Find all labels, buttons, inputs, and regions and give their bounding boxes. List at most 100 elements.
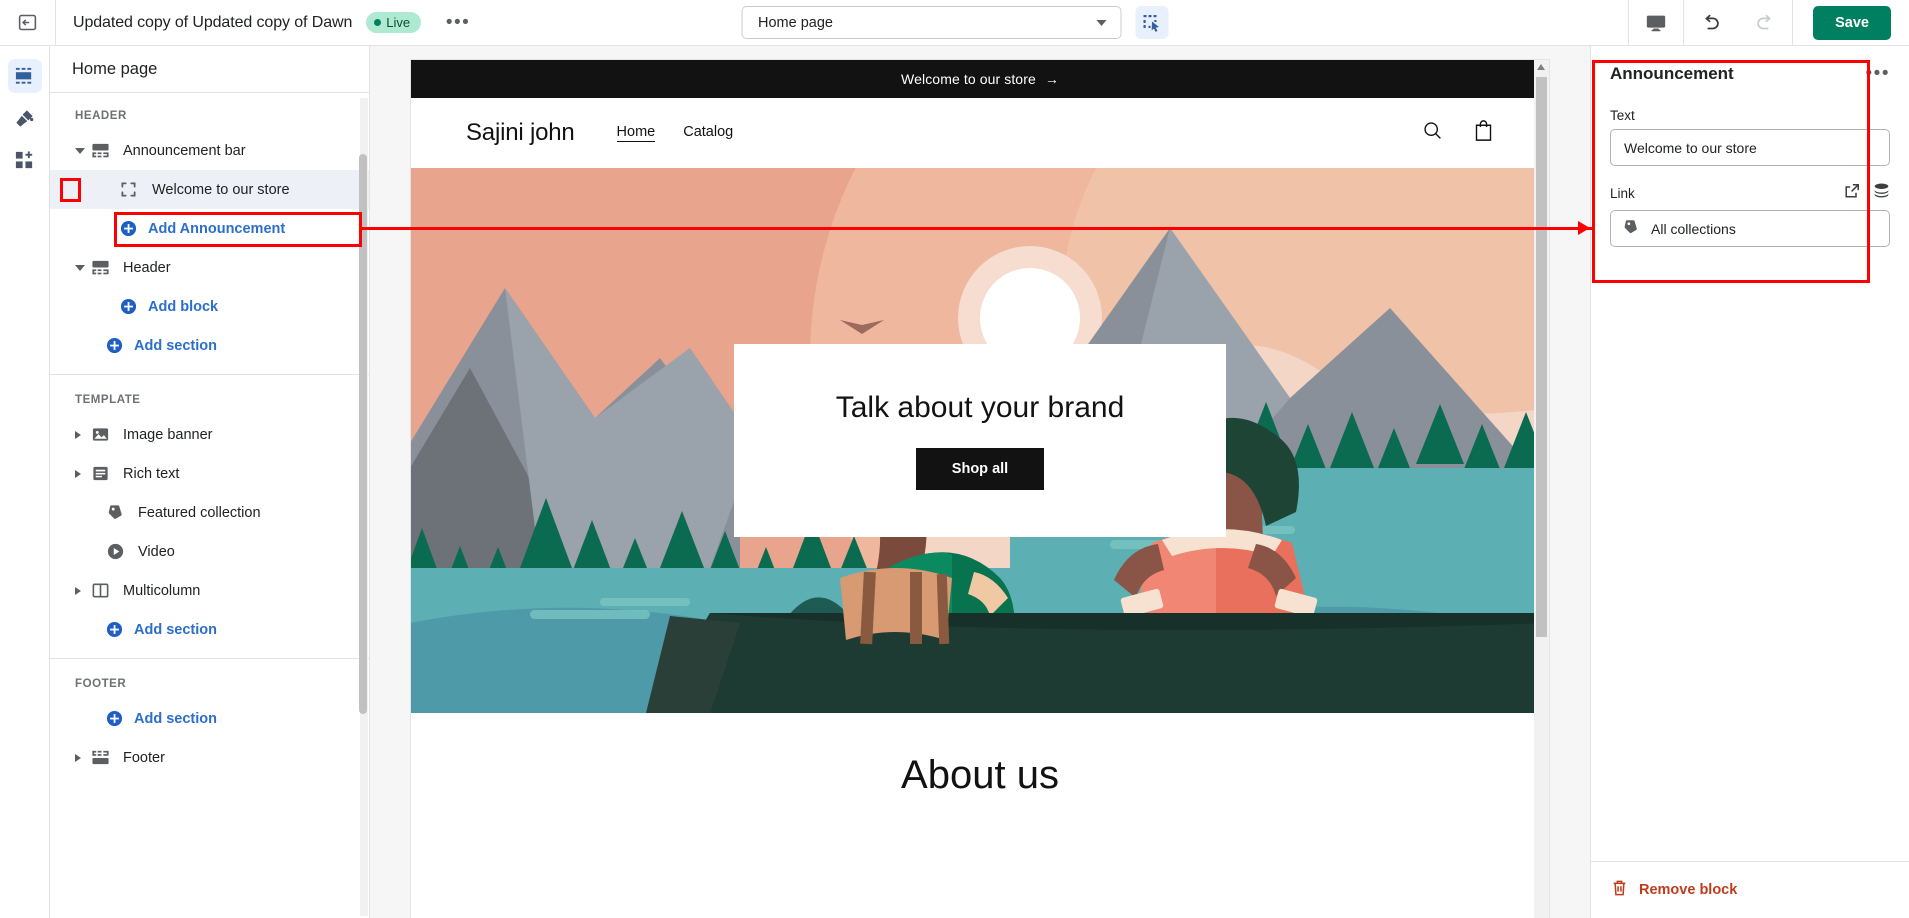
preview-scrollbar-thumb[interactable] — [1536, 77, 1547, 637]
about-section: About us — [411, 713, 1549, 798]
caret-box[interactable] — [75, 430, 91, 439]
sidebar-group-footer: FOOTER Add section Footer — [50, 658, 369, 781]
sidebar-item-label: Announcement bar — [123, 142, 246, 159]
sidebar-item-add-section[interactable]: Add section — [50, 610, 369, 649]
nav-item-catalog[interactable]: Catalog — [683, 124, 733, 142]
divider — [1792, 0, 1794, 46]
cart-icon[interactable] — [1473, 119, 1494, 147]
sidebar-item-rich-text[interactable]: Rich text — [50, 454, 369, 493]
layers-icon[interactable] — [1873, 182, 1890, 204]
storefront-preview: Welcome to our store → Sajini john Home … — [410, 59, 1550, 918]
caret-box[interactable] — [75, 586, 91, 595]
collection-tag-icon — [106, 503, 127, 522]
chevron-right-icon[interactable] — [75, 430, 81, 439]
link-value-text: All collections — [1651, 220, 1736, 237]
undo-icon[interactable] — [1684, 0, 1738, 46]
plus-circle-icon — [106, 710, 123, 727]
theme-title: Updated copy of Updated copy of Dawn — [73, 13, 353, 31]
remove-block-label: Remove block — [1639, 882, 1738, 898]
sidebar-item-label: Add Announcement — [148, 220, 286, 237]
announcement-text: Welcome to our store — [901, 71, 1036, 87]
page-selector-value: Home page — [758, 14, 833, 31]
sidebar-item-label: Header — [123, 259, 171, 276]
columns-icon — [91, 581, 112, 600]
text-field-label: Text — [1610, 108, 1635, 123]
sidebar-group-label: TEMPLATE — [75, 394, 141, 406]
sidebar-scrollbar-thumb[interactable] — [359, 154, 367, 714]
theme-more-button[interactable]: ••• — [441, 8, 475, 38]
caret-box[interactable] — [75, 264, 91, 271]
inspector-select-icon[interactable] — [1135, 6, 1168, 39]
redo-icon — [1738, 0, 1792, 46]
link-value-field[interactable]: All collections — [1610, 210, 1890, 247]
preview-scrollbar-track[interactable] — [1534, 60, 1549, 918]
hero-title: Talk about your brand — [835, 391, 1125, 424]
shop-all-button[interactable]: Shop all — [915, 448, 1045, 490]
sections-icon[interactable] — [7, 59, 42, 93]
sidebar-item-welcome-to-our-store[interactable]: Welcome to our store — [50, 170, 369, 209]
remove-block-button[interactable]: Remove block — [1591, 861, 1909, 918]
caret-box[interactable] — [75, 469, 91, 478]
sidebar-item-label: Add block — [148, 298, 219, 315]
live-label: Live — [386, 15, 411, 30]
sidebar-item-footer[interactable]: Footer — [50, 738, 369, 777]
top-bar-left: Updated copy of Updated copy of Dawn Liv… — [0, 0, 475, 46]
desktop-icon[interactable] — [1629, 0, 1683, 46]
exit-icon[interactable] — [0, 0, 56, 46]
arrow-right-icon: → — [1044, 71, 1059, 87]
sidebar-item-label: Image banner — [123, 426, 213, 443]
announcement-text-input[interactable] — [1610, 129, 1890, 166]
chevron-down-icon[interactable] — [75, 147, 85, 154]
search-icon[interactable] — [1422, 120, 1443, 146]
top-bar-center: Home page — [741, 6, 1168, 39]
sections-tree[interactable]: HEADER Announcement bar Welcome to our sto… — [50, 93, 369, 918]
sections-sidebar: Home page HEADER Announcement bar Welcome … — [50, 46, 370, 918]
sidebar-item-add-block[interactable]: Add block — [50, 287, 369, 326]
save-button[interactable]: Save — [1813, 5, 1891, 40]
sidebar-item-add-section[interactable]: Add section — [50, 326, 369, 365]
caret-box[interactable] — [75, 147, 91, 154]
sidebar-item-announcement-bar[interactable]: Announcement bar — [50, 131, 369, 170]
about-title: About us — [901, 753, 1059, 797]
sidebar-item-multicolumn[interactable]: Multicolumn — [50, 571, 369, 610]
page-selector[interactable]: Home page — [741, 6, 1121, 39]
chevron-right-icon[interactable] — [75, 469, 81, 478]
theme-editor: Updated copy of Updated copy of Dawn Liv… — [0, 0, 1909, 918]
block-brackets-icon — [120, 181, 141, 198]
preview-area: Welcome to our store → Sajini john Home … — [370, 46, 1590, 918]
collection-tag-icon — [1622, 218, 1640, 239]
announcement-bar-icon — [91, 141, 112, 160]
header-icon — [91, 258, 112, 277]
sidebar-group-header: HEADER Announcement bar Welcome to our sto… — [50, 99, 369, 369]
sidebar-group-label: FOOTER — [75, 678, 127, 690]
sidebar-scrollbar-track[interactable] — [359, 98, 368, 916]
chevron-right-icon[interactable] — [75, 586, 81, 595]
sidebar-item-add-section[interactable]: Add section — [50, 699, 369, 738]
chevron-right-icon[interactable] — [75, 753, 81, 762]
panel-title: Announcement — [1610, 64, 1734, 83]
sidebar-item-featured-collection[interactable]: Featured collection — [50, 493, 369, 532]
panel-more-button[interactable]: ••• — [1866, 64, 1890, 83]
hero-content-card: Talk about your brand Shop all — [734, 344, 1226, 537]
sidebar-item-image-banner[interactable]: Image banner — [50, 415, 369, 454]
nav-item-home[interactable]: Home — [616, 124, 656, 142]
plus-circle-icon — [106, 337, 123, 354]
sidebar-item-video[interactable]: Video — [50, 532, 369, 571]
sidebar-item-label: Footer — [123, 749, 165, 766]
scroll-up-arrow-icon[interactable] — [1537, 64, 1545, 70]
storefront-announcement-bar[interactable]: Welcome to our store → — [411, 60, 1549, 98]
external-link-icon[interactable] — [1844, 183, 1860, 204]
plus-circle-icon — [106, 621, 123, 638]
storefront-nav: Home Catalog — [616, 124, 733, 142]
chevron-down-icon[interactable] — [75, 264, 85, 271]
top-bar: Updated copy of Updated copy of Dawn Liv… — [0, 0, 1909, 46]
apps-grid-plus-icon[interactable] — [8, 143, 42, 177]
caret-box[interactable] — [75, 753, 91, 762]
sidebar-item-label: Featured collection — [138, 504, 261, 521]
sidebar-item-header[interactable]: Header — [50, 248, 369, 287]
rich-text-icon — [91, 464, 112, 483]
paint-roller-icon[interactable] — [8, 101, 42, 135]
sidebar-item-add-announcement[interactable]: Add Announcement — [50, 209, 369, 248]
sidebar-item-label: Video — [138, 543, 175, 560]
sidebar-group-template: TEMPLATE Image banner Rich text Featured co… — [50, 374, 369, 653]
